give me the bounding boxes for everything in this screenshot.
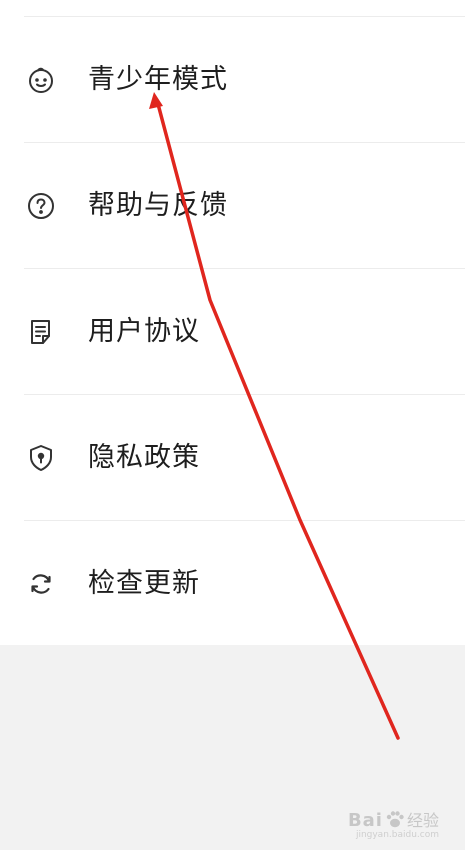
menu-item-teen-mode[interactable]: 青少年模式 (0, 17, 465, 143)
settings-screen: 青少年模式 帮助与反馈 用户协议 隐私政策 检查更新 Bai 经验 jingya… (0, 0, 465, 850)
menu-item-label: 青少年模式 (88, 64, 228, 95)
menu-item-privacy-policy[interactable]: 隐私政策 (0, 395, 465, 521)
menu-item-help-feedback[interactable]: 帮助与反馈 (0, 143, 465, 269)
menu-item-check-update[interactable]: 检查更新 (0, 521, 465, 647)
shield-lock-icon (26, 443, 56, 473)
document-icon (26, 317, 56, 347)
paw-icon (386, 811, 404, 828)
menu-item-label: 检查更新 (88, 568, 200, 599)
watermark-brand-left: Bai (347, 810, 383, 831)
menu-item-user-agreement[interactable]: 用户协议 (0, 269, 465, 395)
refresh-icon (26, 569, 56, 599)
menu-item-label: 帮助与反馈 (88, 190, 228, 221)
help-circle-icon (26, 191, 56, 221)
menu-item-label: 隐私政策 (88, 442, 200, 473)
menu-item-label: 用户协议 (88, 316, 200, 347)
watermark-brand-right: 经验 (406, 811, 439, 830)
settings-menu-card: 青少年模式 帮助与反馈 用户协议 隐私政策 检查更新 (0, 0, 465, 645)
child-face-icon (26, 65, 56, 95)
baidu-jingyan-watermark: Bai 经验 jingyan.baidu.com (347, 808, 439, 840)
watermark-url: jingyan.baidu.com (355, 830, 439, 840)
